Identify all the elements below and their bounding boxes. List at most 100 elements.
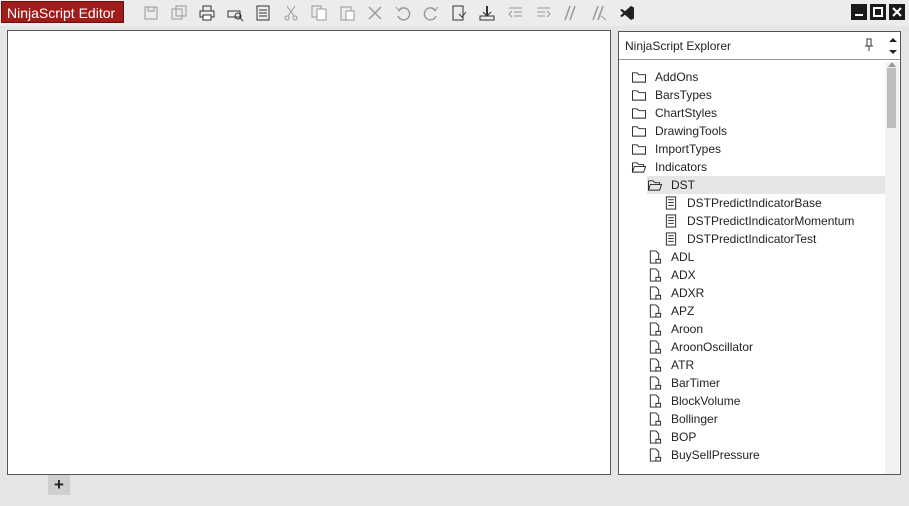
tree-item[interactable]: DST [647, 176, 885, 194]
tree-item[interactable]: Aroon [647, 320, 703, 338]
locked-file-icon [647, 249, 665, 265]
close-button[interactable] [889, 4, 905, 20]
tree-item-label: BarsTypes [655, 88, 712, 102]
delete-button[interactable] [364, 3, 386, 23]
tree-item[interactable]: BarTimer [647, 374, 720, 392]
explorer-tree: AddOns BarsTypes ChartStyles DrawingTools Im… [619, 62, 885, 474]
print-preview-icon [227, 10, 244, 22]
tree-item-label: ADX [671, 268, 696, 282]
cut-button[interactable] [280, 3, 302, 23]
pin-icon[interactable] [863, 38, 875, 52]
redo-button[interactable] [420, 3, 442, 23]
uncomment-button[interactable] [588, 3, 610, 23]
tree-item-label: AroonOscillator [671, 340, 754, 354]
locked-file-icon [647, 357, 665, 373]
tree-item-label: APZ [671, 304, 695, 318]
maximize-icon [873, 7, 883, 17]
indent-button[interactable] [532, 3, 554, 23]
tree-item[interactable]: AddOns [631, 68, 698, 86]
visual-studio-button[interactable] [616, 3, 638, 23]
tree-item[interactable]: BuySellPressure [647, 446, 760, 464]
explorer-scrollbar[interactable] [885, 62, 899, 474]
locked-file-icon [647, 411, 665, 427]
delete-icon [368, 6, 382, 20]
paste-button[interactable] [336, 3, 358, 23]
add-tab-button[interactable]: + [48, 475, 70, 495]
save-button[interactable] [140, 3, 162, 23]
tree-item-label: Bollinger [671, 412, 718, 426]
minimize-button[interactable] [851, 4, 867, 20]
tree-item-label: DSTPredictIndicatorBase [687, 196, 822, 210]
tree-item[interactable]: Bollinger [647, 410, 718, 428]
folder-icon [631, 105, 649, 121]
locked-file-icon [647, 339, 665, 355]
locked-file-icon [647, 393, 665, 409]
folder-icon [631, 87, 649, 103]
undo-button[interactable] [392, 3, 414, 23]
tree-item[interactable]: ADX [647, 266, 696, 284]
tree-item[interactable]: ADL [647, 248, 694, 266]
outdent-button[interactable] [504, 3, 526, 23]
print-icon [199, 5, 215, 21]
maximize-button[interactable] [870, 4, 886, 20]
explorer-title: NinjaScript Explorer [625, 39, 732, 53]
locked-file-icon [647, 429, 665, 445]
tree-item-label: DSTPredictIndicatorMomentum [687, 214, 855, 228]
outdent-icon [508, 7, 522, 18]
file-icon [663, 231, 681, 247]
tree-item[interactable]: Indicators [631, 158, 707, 176]
page-setup-button[interactable] [252, 3, 274, 23]
compile-button[interactable] [448, 3, 470, 23]
tree-item[interactable]: DSTPredictIndicatorTest [663, 230, 816, 248]
scrollbar-thumb[interactable] [887, 68, 896, 128]
scroll-up-icon[interactable] [888, 62, 896, 67]
import-button[interactable] [476, 3, 498, 23]
tree-item[interactable]: BlockVolume [647, 392, 740, 410]
tree-item[interactable]: ImportTypes [631, 140, 721, 158]
tree-item[interactable]: ChartStyles [631, 104, 717, 122]
file-icon [663, 213, 681, 229]
tree-item-label: BlockVolume [671, 394, 741, 408]
comment-icon [564, 5, 576, 21]
explorer-header: NinjaScript Explorer [619, 32, 900, 60]
folder-icon [631, 123, 649, 139]
tree-item-label: BarTimer [671, 376, 720, 390]
tree-item-label: Aroon [671, 322, 704, 336]
tree-item[interactable]: ATR [647, 356, 694, 374]
ninjascript-explorer: NinjaScript Explorer AddOns BarsTypes Char… [618, 31, 901, 475]
tree-item[interactable]: DSTPredictIndicatorMomentum [663, 212, 854, 230]
copy-button[interactable] [308, 3, 330, 23]
tree-item-label: ChartStyles [655, 106, 718, 120]
print-button[interactable] [196, 3, 218, 23]
locked-file-icon [647, 321, 665, 337]
tree-item[interactable]: BOP [647, 428, 696, 446]
minimize-icon [855, 14, 863, 16]
save-all-button[interactable] [168, 3, 190, 23]
tree-item-label: ADXR [671, 286, 705, 300]
code-editor-area[interactable] [7, 30, 611, 475]
save-icon [144, 6, 158, 20]
comment-button[interactable] [560, 3, 582, 23]
copy-icon [311, 5, 327, 21]
tree-item[interactable]: AroonOscillator [647, 338, 753, 356]
tree-item[interactable]: DSTPredictIndicatorBase [663, 194, 822, 212]
header-scroll-arrows-icon[interactable] [887, 34, 899, 58]
folder-open-icon [631, 159, 649, 175]
close-icon [892, 7, 902, 17]
paste-icon [340, 6, 355, 21]
tree-item[interactable]: ADXR [647, 284, 704, 302]
tree-item[interactable]: APZ [647, 302, 694, 320]
tree-item-label: DST [671, 178, 695, 192]
folder-icon [631, 69, 649, 85]
import-icon [479, 6, 495, 21]
compile-icon [452, 5, 467, 21]
page-setup-icon [256, 5, 270, 21]
tree-item-label: ADL [671, 250, 695, 264]
tree-item[interactable]: BarsTypes [631, 86, 712, 104]
folder-open-icon [647, 177, 665, 193]
print-preview-button[interactable] [224, 3, 246, 23]
tree-item-label: ImportTypes [655, 142, 722, 156]
locked-file-icon [647, 375, 665, 391]
tree-item[interactable]: DrawingTools [631, 122, 727, 140]
tree-item-label: ATR [671, 358, 695, 372]
